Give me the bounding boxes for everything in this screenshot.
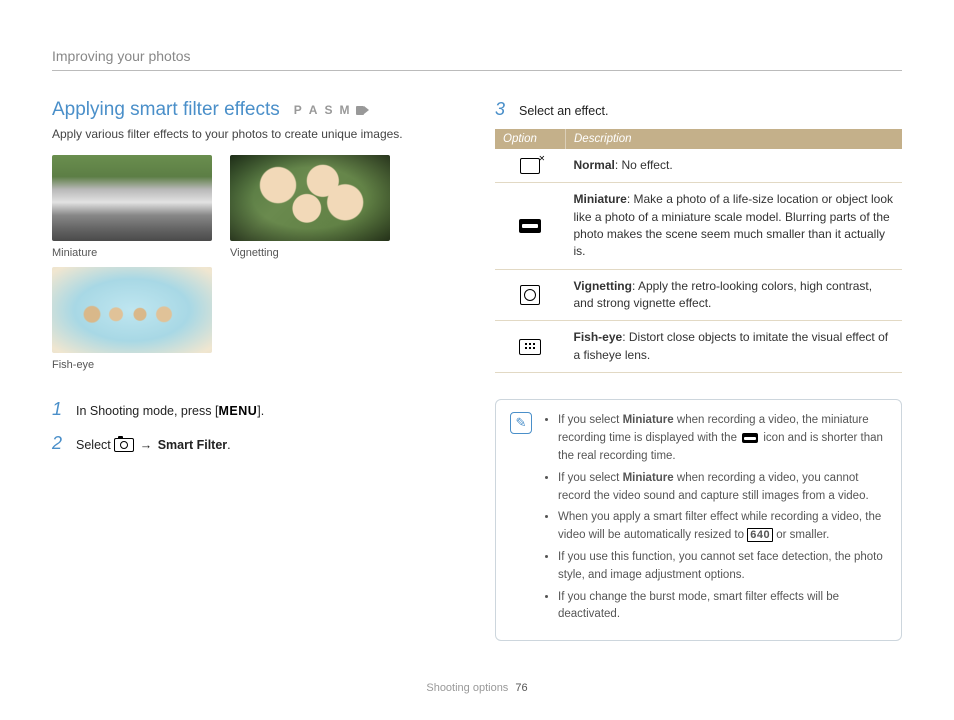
mode-s: S — [324, 103, 333, 117]
step-3-number: 3 — [495, 99, 509, 120]
movie-mode-icon — [356, 106, 370, 115]
row-fisheye: Fish-eye: Distort close objects to imita… — [495, 321, 902, 373]
step-1: 1 In Shooting mode, press [MENU]. — [52, 399, 459, 421]
step-1-text-post: ]. — [257, 404, 264, 418]
page-number: 76 — [515, 682, 527, 694]
note-2: If you select Miniature when recording a… — [558, 470, 887, 506]
step-2-post: . — [227, 438, 230, 452]
row-normal: Normal: No effect. — [495, 149, 902, 183]
note-5: If you change the burst mode, smart filt… — [558, 589, 887, 625]
fisheye-label: Fish-eye — [52, 359, 212, 371]
right-column: 3 Select an effect. Option Description N… — [495, 99, 902, 641]
miniature-name: Miniature — [574, 192, 627, 206]
vignetting-name: Vignetting — [574, 279, 632, 293]
step-3: 3 Select an effect. — [495, 99, 902, 121]
page-footer: Shooting options 76 — [0, 682, 954, 694]
step-3-text: Select an effect. — [519, 102, 902, 121]
fisheye-icon — [519, 339, 541, 355]
menu-button-label: MENU — [218, 404, 257, 418]
miniature-image — [52, 155, 212, 241]
size-640-icon: 640 — [747, 528, 773, 542]
arrow-icon: → — [140, 438, 153, 452]
fisheye-image — [52, 267, 212, 353]
normal-desc: : No effect. — [615, 158, 673, 172]
step-2-number: 2 — [52, 433, 66, 454]
note-3a: When you apply a smart filter effect whi… — [558, 511, 881, 541]
vignetting-label: Vignetting — [230, 247, 390, 259]
mode-p: P — [294, 103, 303, 117]
smart-filter-label: Smart Filter — [158, 438, 227, 452]
note-icon: ✎ — [510, 412, 532, 434]
miniature-label: Miniature — [52, 247, 212, 259]
note-1a: If you select — [558, 414, 623, 426]
normal-name: Normal — [574, 158, 615, 172]
inline-miniature-icon — [742, 433, 758, 443]
note-4: If you use this function, you cannot set… — [558, 549, 887, 585]
mode-a: A — [309, 103, 319, 117]
note-3c: or smaller. — [773, 529, 829, 541]
thumb-vignetting: Vignetting — [230, 155, 390, 259]
row-miniature: Miniature: Make a photo of a life-size l… — [495, 183, 902, 270]
miniature-icon — [519, 219, 541, 233]
note-3: When you apply a smart filter effect whi… — [558, 509, 887, 545]
normal-icon — [520, 158, 540, 174]
thumb-miniature: Miniature — [52, 155, 212, 259]
mode-m: M — [339, 103, 350, 117]
intro-text: Apply various filter effects to your pho… — [52, 127, 459, 141]
step-2-text-pre: Select — [76, 438, 114, 452]
section-title: Applying smart filter effects — [52, 99, 280, 121]
note-1b: Miniature — [623, 414, 674, 426]
effects-table: Option Description Normal: No effect. Mi… — [495, 129, 902, 374]
th-option: Option — [495, 129, 566, 149]
vignetting-icon — [520, 285, 540, 305]
camera-icon — [114, 438, 134, 452]
steps-list: 1 In Shooting mode, press [MENU]. 2 Sele… — [52, 399, 459, 455]
breadcrumb: Improving your photos — [52, 48, 902, 71]
note-list: If you select Miniature when recording a… — [544, 412, 887, 628]
step-1-number: 1 — [52, 399, 66, 420]
manual-page: Improving your photos Applying smart fil… — [0, 0, 954, 720]
content-columns: Applying smart filter effects P A S M Ap… — [52, 99, 902, 641]
row-vignetting: Vignetting: Apply the retro-looking colo… — [495, 269, 902, 321]
note-box: ✎ If you select Miniature when recording… — [495, 399, 902, 641]
left-column: Applying smart filter effects P A S M Ap… — [52, 99, 459, 641]
fisheye-name: Fish-eye — [574, 330, 623, 344]
step-2: 2 Select → Smart Filter. — [52, 433, 459, 455]
footer-section: Shooting options — [426, 682, 508, 694]
step-1-text-pre: In Shooting mode, press [ — [76, 404, 218, 418]
thumb-fisheye: Fish-eye — [52, 267, 212, 371]
note-1: If you select Miniature when recording a… — [558, 412, 887, 465]
vignetting-image — [230, 155, 390, 241]
note-2a: If you select — [558, 472, 623, 484]
th-description: Description — [566, 129, 903, 149]
mode-indicators: P A S M — [294, 103, 371, 117]
note-2b: Miniature — [623, 472, 674, 484]
